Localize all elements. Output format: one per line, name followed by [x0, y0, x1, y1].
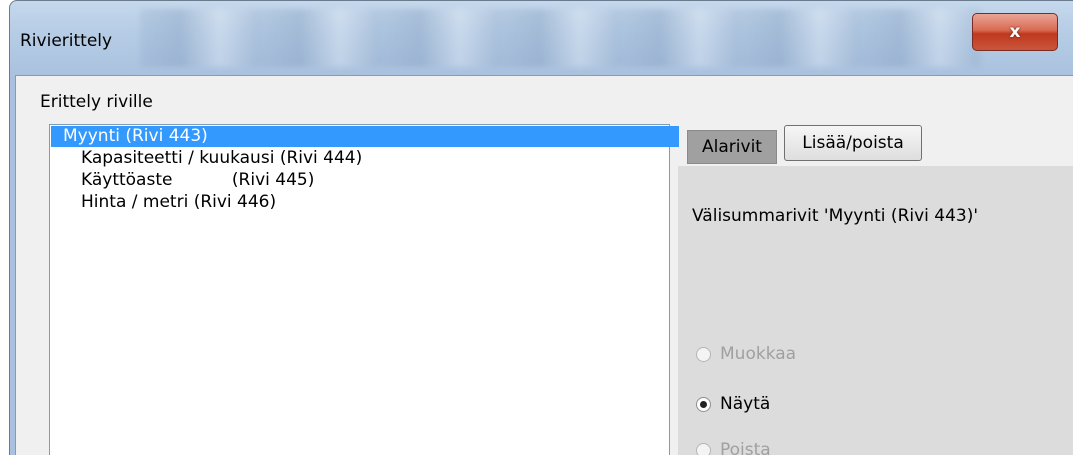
tab-alarivit[interactable]: Alarivit: [687, 130, 777, 164]
radio-nayta[interactable]: Näytä: [696, 394, 770, 414]
title-bar-background: [140, 9, 980, 67]
dialog-window: Rivierittely x Erittely riville Myynti (…: [9, 0, 1073, 455]
radio-label: Poista: [720, 440, 771, 455]
radio-button-icon: [696, 346, 711, 362]
row-listbox[interactable]: Myynti (Rivi 443) Kapasiteetti / kuukaus…: [49, 124, 679, 455]
dialog-client-area: Erittely riville Myynti (Rivi 443) Kapas…: [15, 75, 1073, 455]
subrows-panel: Välisummarivit 'Myynti (Rivi 443)' Muokk…: [678, 166, 1073, 455]
list-item[interactable]: Myynti (Rivi 443): [51, 126, 679, 147]
close-button[interactable]: x: [972, 13, 1058, 51]
close-icon: x: [1009, 22, 1021, 42]
radio-button-icon: [696, 442, 711, 455]
group-label: Erittely riville: [40, 92, 153, 112]
subtotal-label: Välisummarivit 'Myynti (Rivi 443)': [692, 206, 979, 226]
radio-poista[interactable]: Poista: [696, 440, 771, 455]
list-item[interactable]: Hinta / metri (Rivi 446): [51, 192, 276, 213]
radio-button-icon: [696, 396, 711, 412]
radio-label: Muokkaa: [720, 344, 797, 364]
list-item[interactable]: Kapasiteetti / kuukausi (Rivi 444): [51, 148, 362, 169]
tab-lisaa-poista[interactable]: Lisää/poista: [784, 125, 922, 161]
list-item[interactable]: Käyttöaste (Rivi 445): [51, 170, 314, 191]
radio-label: Näytä: [720, 394, 771, 414]
radio-muokkaa[interactable]: Muokkaa: [696, 344, 796, 364]
window-title: Rivierittely: [20, 31, 113, 51]
